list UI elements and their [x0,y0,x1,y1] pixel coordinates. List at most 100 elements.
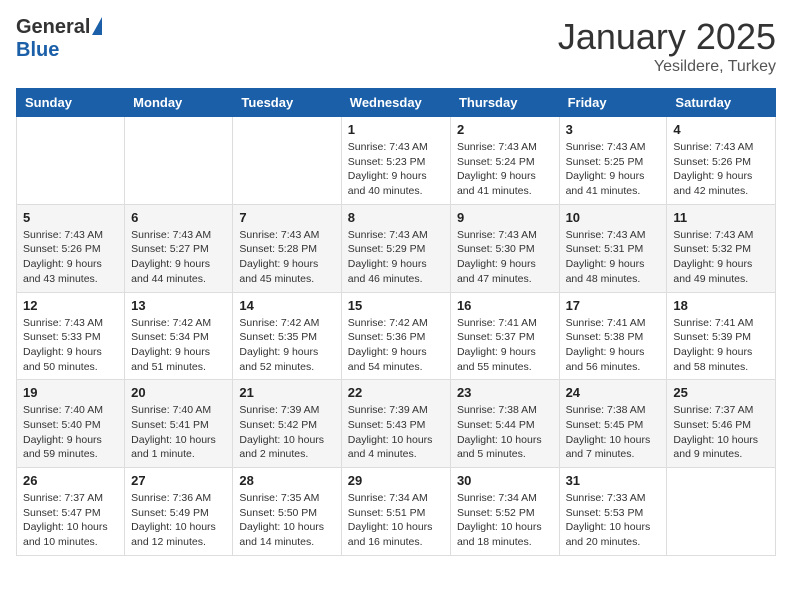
day-number: 28 [239,473,334,488]
day-number: 5 [23,210,118,225]
day-info: Sunrise: 7:43 AM Sunset: 5:28 PM Dayligh… [239,228,334,287]
day-info: Sunrise: 7:34 AM Sunset: 5:51 PM Dayligh… [348,491,444,550]
day-number: 30 [457,473,553,488]
calendar-cell [125,117,233,205]
day-number: 1 [348,122,444,137]
day-info: Sunrise: 7:41 AM Sunset: 5:37 PM Dayligh… [457,316,553,375]
day-number: 29 [348,473,444,488]
day-number: 2 [457,122,553,137]
page-title: January 2025 [558,16,776,58]
column-header-saturday: Saturday [667,89,776,117]
day-number: 19 [23,385,118,400]
day-number: 18 [673,298,769,313]
day-info: Sunrise: 7:42 AM Sunset: 5:36 PM Dayligh… [348,316,444,375]
day-number: 25 [673,385,769,400]
calendar-week-row: 19 Sunrise: 7:40 AM Sunset: 5:40 PM Dayli… [17,380,776,468]
calendar-week-row: 5 Sunrise: 7:43 AM Sunset: 5:26 PM Daylig… [17,204,776,292]
day-number: 31 [566,473,661,488]
day-number: 11 [673,210,769,225]
day-number: 22 [348,385,444,400]
logo-general-text: General [16,16,90,39]
calendar-cell: 18Sunrise: 7:41 AM Sunset: 5:39 PM Dayli… [667,292,776,380]
day-number: 23 [457,385,553,400]
calendar-cell: 30 Sunrise: 7:34 AM Sunset: 5:52 PM Dayli… [450,468,559,556]
page-header: General Blue January 2025 Yesildere, Tur… [16,16,776,76]
calendar-cell: 7 Sunrise: 7:43 AM Sunset: 5:28 PM Daylig… [233,204,341,292]
logo-blue-text: Blue [16,39,59,62]
calendar-cell: 29 Sunrise: 7:34 AM Sunset: 5:51 PM Dayli… [341,468,450,556]
calendar-cell: 24 Sunrise: 7:38 AM Sunset: 5:45 PM Dayli… [559,380,667,468]
calendar-cell [233,117,341,205]
day-info: Sunrise: 7:43 AM Sunset: 5:29 PM Dayligh… [348,228,444,287]
day-number: 8 [348,210,444,225]
day-info: Sunrise: 7:43 AM Sunset: 5:33 PM Dayligh… [23,316,118,375]
calendar-cell: 3 Sunrise: 7:43 AM Sunset: 5:25 PM Daylig… [559,117,667,205]
calendar-cell: 17Sunrise: 7:41 AM Sunset: 5:38 PM Dayli… [559,292,667,380]
day-info: Sunrise: 7:43 AM Sunset: 5:24 PM Dayligh… [457,140,553,199]
day-info: Sunrise: 7:42 AM Sunset: 5:34 PM Dayligh… [131,316,226,375]
calendar-week-row: 1 Sunrise: 7:43 AM Sunset: 5:23 PM Daylig… [17,117,776,205]
day-number: 10 [566,210,661,225]
calendar-cell: 28 Sunrise: 7:35 AM Sunset: 5:50 PM Dayli… [233,468,341,556]
calendar-cell: 12 Sunrise: 7:43 AM Sunset: 5:33 PM Dayli… [17,292,125,380]
calendar-cell: 8 Sunrise: 7:43 AM Sunset: 5:29 PM Daylig… [341,204,450,292]
day-info: Sunrise: 7:33 AM Sunset: 5:53 PM Dayligh… [566,491,661,550]
day-info: Sunrise: 7:38 AM Sunset: 5:45 PM Dayligh… [566,403,661,462]
column-header-sunday: Sunday [17,89,125,117]
day-number: 24 [566,385,661,400]
day-info: Sunrise: 7:43 AM Sunset: 5:31 PM Dayligh… [566,228,661,287]
day-number: 20 [131,385,226,400]
calendar-cell: 4Sunrise: 7:43 AM Sunset: 5:26 PM Daylig… [667,117,776,205]
day-info: Sunrise: 7:37 AM Sunset: 5:46 PM Dayligh… [673,403,769,462]
day-number: 17 [566,298,661,313]
day-info: Sunrise: 7:43 AM Sunset: 5:30 PM Dayligh… [457,228,553,287]
calendar-table: SundayMondayTuesdayWednesdayThursdayFrid… [16,88,776,556]
logo-triangle-icon [92,17,102,35]
logo: General Blue [16,16,102,62]
day-number: 12 [23,298,118,313]
day-info: Sunrise: 7:40 AM Sunset: 5:40 PM Dayligh… [23,403,118,462]
calendar-cell [667,468,776,556]
day-number: 6 [131,210,226,225]
day-number: 4 [673,122,769,137]
day-number: 21 [239,385,334,400]
day-info: Sunrise: 7:43 AM Sunset: 5:23 PM Dayligh… [348,140,444,199]
calendar-cell: 2 Sunrise: 7:43 AM Sunset: 5:24 PM Daylig… [450,117,559,205]
day-info: Sunrise: 7:36 AM Sunset: 5:49 PM Dayligh… [131,491,226,550]
column-header-monday: Monday [125,89,233,117]
day-info: Sunrise: 7:38 AM Sunset: 5:44 PM Dayligh… [457,403,553,462]
calendar-week-row: 26Sunrise: 7:37 AM Sunset: 5:47 PM Dayli… [17,468,776,556]
day-number: 3 [566,122,661,137]
day-number: 15 [348,298,444,313]
day-number: 7 [239,210,334,225]
day-number: 13 [131,298,226,313]
calendar-cell: 1 Sunrise: 7:43 AM Sunset: 5:23 PM Daylig… [341,117,450,205]
day-info: Sunrise: 7:40 AM Sunset: 5:41 PM Dayligh… [131,403,226,462]
calendar-cell: 31 Sunrise: 7:33 AM Sunset: 5:53 PM Dayli… [559,468,667,556]
calendar-cell: 19 Sunrise: 7:40 AM Sunset: 5:40 PM Dayli… [17,380,125,468]
calendar-cell: 10 Sunrise: 7:43 AM Sunset: 5:31 PM Dayli… [559,204,667,292]
day-info: Sunrise: 7:43 AM Sunset: 5:32 PM Dayligh… [673,228,769,287]
calendar-cell: 6 Sunrise: 7:43 AM Sunset: 5:27 PM Daylig… [125,204,233,292]
day-number: 14 [239,298,334,313]
calendar-cell: 15 Sunrise: 7:42 AM Sunset: 5:36 PM Dayli… [341,292,450,380]
day-info: Sunrise: 7:43 AM Sunset: 5:26 PM Dayligh… [23,228,118,287]
day-info: Sunrise: 7:35 AM Sunset: 5:50 PM Dayligh… [239,491,334,550]
calendar-header-row: SundayMondayTuesdayWednesdayThursdayFrid… [17,89,776,117]
calendar-cell: 13 Sunrise: 7:42 AM Sunset: 5:34 PM Dayli… [125,292,233,380]
column-header-wednesday: Wednesday [341,89,450,117]
day-info: Sunrise: 7:34 AM Sunset: 5:52 PM Dayligh… [457,491,553,550]
day-number: 16 [457,298,553,313]
day-info: Sunrise: 7:43 AM Sunset: 5:27 PM Dayligh… [131,228,226,287]
calendar-cell: 22 Sunrise: 7:39 AM Sunset: 5:43 PM Dayli… [341,380,450,468]
calendar-cell: 16 Sunrise: 7:41 AM Sunset: 5:37 PM Dayli… [450,292,559,380]
calendar-cell: 14 Sunrise: 7:42 AM Sunset: 5:35 PM Dayli… [233,292,341,380]
page-subtitle: Yesildere, Turkey [558,58,776,76]
calendar-week-row: 12 Sunrise: 7:43 AM Sunset: 5:33 PM Dayli… [17,292,776,380]
day-info: Sunrise: 7:42 AM Sunset: 5:35 PM Dayligh… [239,316,334,375]
day-info: Sunrise: 7:39 AM Sunset: 5:43 PM Dayligh… [348,403,444,462]
calendar-cell: 20 Sunrise: 7:40 AM Sunset: 5:41 PM Dayli… [125,380,233,468]
day-info: Sunrise: 7:43 AM Sunset: 5:25 PM Dayligh… [566,140,661,199]
calendar-cell [17,117,125,205]
day-number: 27 [131,473,226,488]
